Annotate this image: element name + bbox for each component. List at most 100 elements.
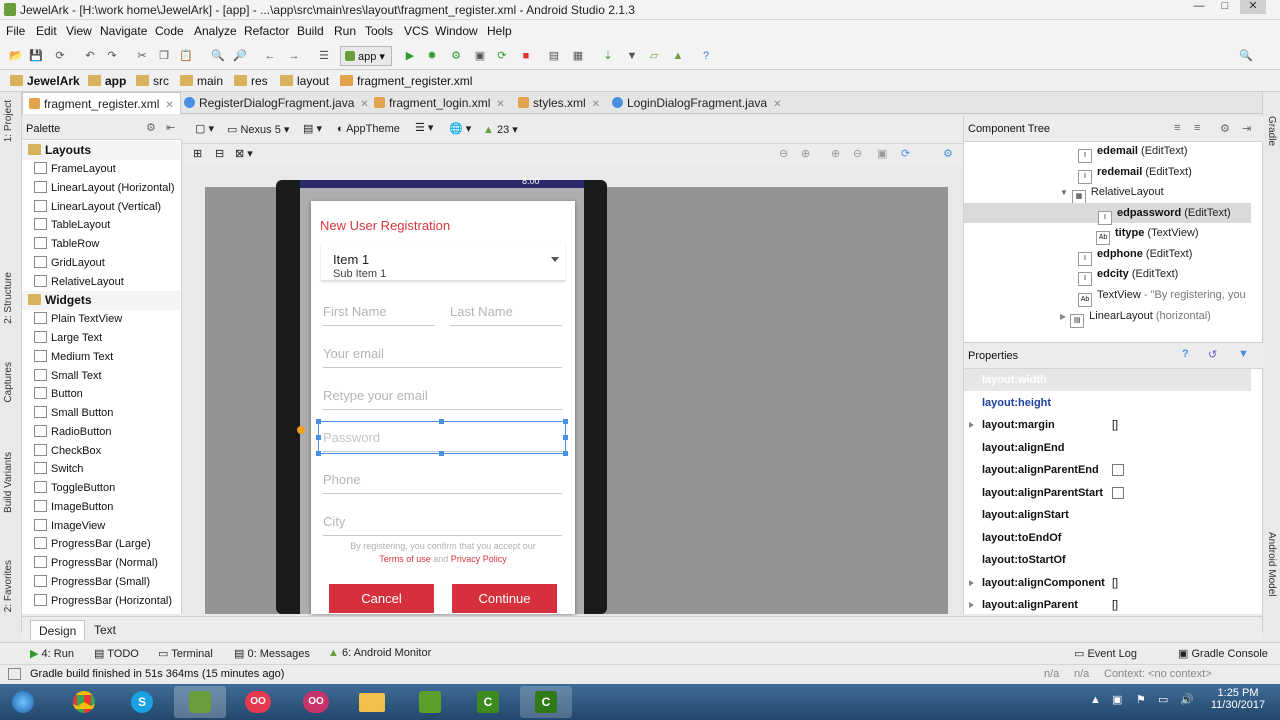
back-icon[interactable]: ← [262,48,278,64]
resize-handle[interactable] [439,419,444,424]
selection-outline[interactable] [316,419,568,456]
tree-node-linearlayout[interactable]: ▶ ▤ LinearLayout (horizontal) [1060,306,1211,328]
zoom-fit-icon[interactable]: ⊞ [193,147,202,160]
paste-icon[interactable]: 📋 [178,48,194,64]
refresh-icon[interactable]: ⟳ [901,147,910,160]
palette-item[interactable]: RadioButton [34,423,112,442]
type-spinner[interactable]: Item 1 Sub Item 1 [321,243,565,281]
close-tab-icon[interactable]: ✕ [592,99,600,110]
network-icon[interactable]: ▣ [1112,693,1122,706]
device-select[interactable]: ▭ Nexus 5 ▾ [227,123,289,136]
palette-item[interactable]: GridLayout [34,254,105,273]
palette-item[interactable]: ProgressBar (Normal) [34,554,158,573]
api-select[interactable]: ▲ 23 ▾ [483,123,518,136]
expand-arrow-icon[interactable] [969,579,974,586]
breadcrumb-item[interactable]: app [88,74,126,88]
run-tool-button[interactable]: ▶ 4: Run [30,647,74,660]
tab-text[interactable]: Text [86,620,124,640]
explorer-taskbar-button[interactable] [346,686,398,718]
avd-manager-icon[interactable]: ▤ [546,48,562,64]
sdk-manager-icon[interactable]: ▼ [624,48,640,64]
tree-node-edpassword[interactable]: Iedpassword (EditText) [964,203,1251,225]
palette-item[interactable]: FrameLayout [34,160,116,179]
breadcrumb-item[interactable]: main [180,74,223,88]
menu-view[interactable]: View [66,24,92,38]
show-hidden-icons[interactable]: ▲ [1090,694,1101,706]
palette-item[interactable]: ProgressBar (Horizontal) [34,592,172,611]
property-row[interactable]: layout:alignEnd [964,437,1251,459]
continue-button[interactable]: Continue [452,584,557,613]
palette-item[interactable]: Button [34,385,83,404]
maximize-button[interactable]: □ [1212,0,1238,14]
screenshot-icon[interactable]: ▣ [877,147,887,160]
property-row[interactable]: layout:height [964,392,1251,414]
zoom-out-icon[interactable]: ⊖ [779,147,788,160]
help-icon[interactable]: ? [698,48,714,64]
menu-analyze[interactable]: Analyze [194,24,237,38]
property-value[interactable]: [] [1112,594,1118,616]
property-row[interactable]: layout:alignComponent [] [964,572,1251,594]
debug-icon[interactable]: ✹ [424,48,440,64]
email-field[interactable]: Your email [323,346,562,368]
tree-node-edemail[interactable]: Iedemail (EditText) [1078,141,1188,163]
tool-project[interactable]: 1: Project [3,100,14,142]
project-structure-icon[interactable]: ▦ [570,48,586,64]
settings-icon[interactable]: ⚙ [1220,122,1230,135]
camtasia-taskbar-button[interactable] [404,686,456,718]
flag-icon[interactable]: ⚑ [1136,693,1146,706]
terminal-tool-button[interactable]: ▭ Terminal [158,647,213,660]
theme-select[interactable]: ◐ AppTheme [337,123,400,135]
phone-field[interactable]: Phone [323,472,562,494]
restore-defaults-icon[interactable]: ↺ [1208,348,1217,361]
toggle-tool-windows-icon[interactable] [8,668,21,680]
start-button[interactable] [2,686,46,718]
menu-file[interactable]: File [6,24,25,38]
property-value[interactable]: [] [1112,572,1118,594]
zoom-in-icon[interactable]: ⊕ [801,147,810,160]
resize-handle[interactable] [316,419,321,424]
tree-node-titype[interactable]: Ab titype (TextView) [1096,223,1199,245]
copy-icon[interactable]: ❐ [156,48,172,64]
margin-icon[interactable]: ⊠ ▾ [235,147,253,160]
skype-taskbar-button[interactable]: S [116,686,168,718]
expand-arrow-icon[interactable] [969,602,974,608]
cancel-button[interactable]: Cancel [329,584,434,613]
make-project-icon[interactable]: ☰ [316,48,332,64]
app-taskbar-button[interactable]: OO [290,686,342,718]
close-tab-icon[interactable]: ✕ [165,100,173,111]
save-icon[interactable]: 💾 [28,48,44,64]
rerun-icon[interactable]: ⟳ [494,48,510,64]
property-row[interactable]: layout:alignParentEnd [964,459,1251,481]
tree-node-relativelayout[interactable]: ▼ ▦ RelativeLayout [1060,182,1164,204]
close-button[interactable]: ✕ [1240,0,1266,14]
search-everywhere-icon[interactable]: 🔍 [1238,48,1254,64]
design-surface-icon[interactable]: ▢ ▾ [195,122,214,135]
tool-android-model[interactable]: Android Model [1266,532,1277,596]
menu-refactor[interactable]: Refactor [244,24,289,38]
run-config-select[interactable]: app ▾ [340,46,392,66]
tree-node-edcity[interactable]: Iedcity (EditText) [1078,264,1178,286]
hide-panel-icon[interactable]: ⇤ [166,121,175,134]
palette-item[interactable]: ImageView [34,517,105,536]
tab-register-dialog-fragment[interactable]: RegisterDialogFragment.java ✕ [178,92,375,114]
tool-structure[interactable]: 2: Structure [3,272,14,324]
property-value[interactable]: [] [1112,414,1118,436]
tab-fragment-login[interactable]: fragment_login.xml ✕ [368,92,511,114]
tab-login-dialog-fragment[interactable]: LoginDialogFragment.java ✕ [606,92,787,114]
resize-handle[interactable] [316,435,321,440]
replace-icon[interactable]: 🔎 [232,48,248,64]
menu-vcs[interactable]: VCS [404,24,429,38]
breadcrumb-item[interactable]: layout [280,74,329,88]
property-row[interactable]: layout:toEndOf [964,527,1251,549]
orientation-select[interactable]: ▤ ▾ [303,122,322,135]
forward-icon[interactable]: → [286,48,302,64]
property-row[interactable]: layout:toStartOf [964,549,1251,571]
palette-item[interactable]: TableLayout [34,216,110,235]
tab-fragment-register[interactable]: fragment_register.xml ✕ [22,92,181,114]
close-tab-icon[interactable]: ✕ [496,99,504,110]
first-name-field[interactable]: First Name [323,304,435,326]
property-row[interactable]: layout:alignStart [964,504,1251,526]
android-monitor-tool-button[interactable]: ▲ 6: Android Monitor [328,647,431,659]
palette-item[interactable]: LinearLayout (Vertical) [34,198,161,217]
tab-styles[interactable]: styles.xml ✕ [512,92,606,114]
